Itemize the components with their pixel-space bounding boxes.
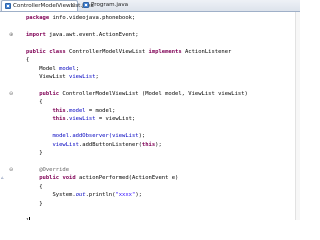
code-line: viewList.addButtonListener(this); [52,141,162,148]
code-line: } [0,217,295,220]
override-marker-icon[interactable]: ▵ [1,174,4,182]
code-line: { [26,183,43,190]
code-line: ▵ public void actionPerformed(ActionEven… [1,174,179,182]
code-editor[interactable]: ControllerModelViewList.java ✕ Program.j… [0,0,300,220]
code-line: Model model; [26,65,79,72]
code-line: } [26,200,43,207]
code-line: model.addObserver(viewList); [52,133,146,140]
code-line: public class ControllerModelViewList imp… [26,48,232,55]
fold-collapsed-icon[interactable]: ⊕ [9,32,13,39]
code-line: ⊖ public ControllerModelViewList (Model … [9,90,248,98]
java-file-icon [83,2,89,8]
code-line: ⊕ import java.awt.event.ActionEvent; [9,31,139,39]
tab-controller-model-view-list[interactable]: ControllerModelViewList.java ✕ [1,0,94,11]
overview-ruler[interactable] [295,12,300,220]
code-line: } [26,150,43,156]
java-file-icon [5,3,11,9]
fold-expanded-icon[interactable]: ⊖ [9,91,13,98]
code-line: { [26,57,30,64]
code-line: System.out.println("xxxx"); [52,192,142,199]
text-caret [29,217,30,220]
code-line: this.model = model; [52,107,116,114]
code-area[interactable]: package info.videojava.phonebook; ⊕ impor… [0,14,295,220]
code-line: package info.videojava.phonebook; [26,15,136,21]
close-tab-icon[interactable]: ✕ [70,1,75,11]
code-line: ⊖ @Override [9,166,70,174]
code-line: ViewList viewList; [26,74,99,81]
tab-label: Program.java [91,2,129,8]
editor-tab-bar: ControllerModelViewList.java ✕ Program.j… [0,0,300,12]
fold-expanded-icon[interactable]: ⊖ [9,167,13,174]
code-line: this.viewList = viewList; [52,116,136,123]
code-line: { [26,99,43,106]
tab-program[interactable]: Program.java [80,0,138,11]
